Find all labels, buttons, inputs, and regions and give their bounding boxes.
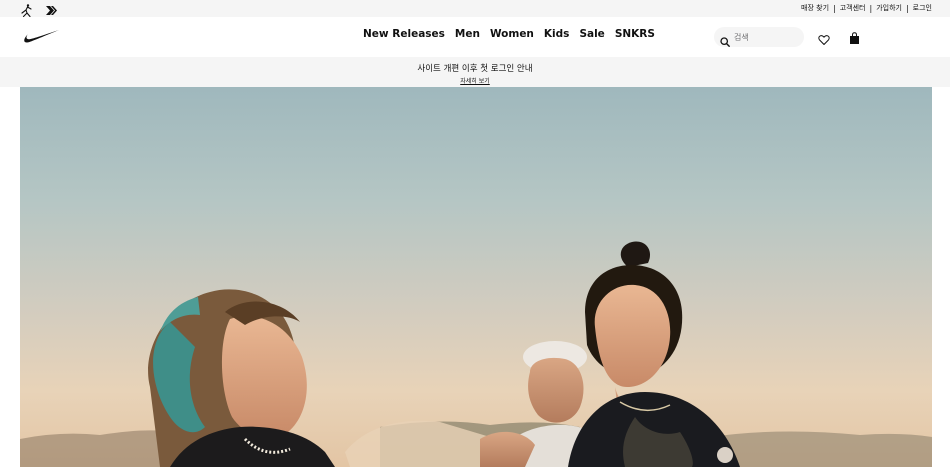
nav-men[interactable]: Men <box>455 28 480 40</box>
search-input[interactable] <box>734 30 798 44</box>
announcement-details-link[interactable]: 자세히 보기 <box>0 76 950 85</box>
utility-bar: 매장 찾기 | 고객센터 | 가입하기 | 로그인 <box>0 0 950 18</box>
announcement-banner: 사이트 개편 이후 첫 로그인 안내 자세히 보기 <box>0 57 950 87</box>
divider: | <box>905 3 909 13</box>
divider: | <box>833 3 836 13</box>
nike-swoosh-icon[interactable] <box>22 28 60 46</box>
customer-service-link[interactable]: 고객센터 <box>840 3 866 13</box>
search-box[interactable] <box>714 27 804 47</box>
store-locator-link[interactable]: 매장 찾기 <box>801 3 829 13</box>
nav-new-releases[interactable]: New Releases <box>363 28 445 40</box>
bag-icon[interactable] <box>849 30 860 44</box>
divider: | <box>869 3 873 13</box>
heart-icon[interactable] <box>818 31 830 45</box>
search-icon[interactable] <box>720 32 730 47</box>
nav-kids[interactable]: Kids <box>544 28 570 40</box>
hero-image <box>20 241 932 467</box>
brand-links <box>20 2 58 18</box>
login-link[interactable]: 로그인 <box>913 3 932 13</box>
join-link[interactable]: 가입하기 <box>876 3 902 13</box>
nav-sale[interactable]: Sale <box>579 28 604 40</box>
announcement-title: 사이트 개편 이후 첫 로그인 안내 <box>417 64 533 74</box>
utility-links: 매장 찾기 | 고객센터 | 가입하기 | 로그인 <box>801 3 932 13</box>
main-nav: New Releases Men Women Kids Sale SNKRS <box>363 28 655 40</box>
main-header: New Releases Men Women Kids Sale SNKRS <box>0 17 950 57</box>
nav-women[interactable]: Women <box>490 28 534 40</box>
jordan-icon[interactable] <box>20 2 34 18</box>
hero-video[interactable] <box>20 87 932 467</box>
converse-icon[interactable] <box>44 2 58 15</box>
nav-snkrs[interactable]: SNKRS <box>615 28 655 40</box>
